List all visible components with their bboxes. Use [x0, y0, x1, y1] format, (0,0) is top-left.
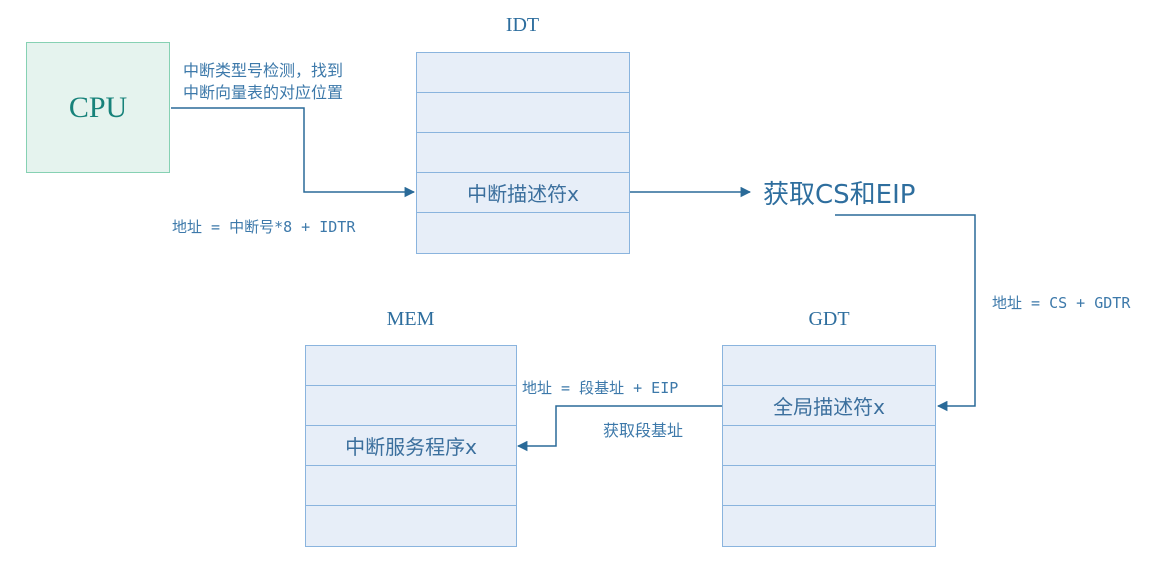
- gdt-row: [723, 506, 935, 546]
- cpu-label: CPU: [68, 90, 128, 124]
- idt-address-formula: 地址 = 中断号*8 + IDTR: [172, 218, 356, 236]
- mem-row-interrupt-service-routine: 中断服务程序x: [306, 426, 516, 466]
- gdt-row-label: 全局描述符x: [773, 395, 885, 419]
- mem-row: [306, 466, 516, 506]
- mem-row-label: 中断服务程序x: [345, 435, 477, 459]
- get-cs-eip-label: 获取CS和EIP: [763, 180, 916, 210]
- gdt-title: GDT: [808, 308, 850, 330]
- gdt-table: 全局描述符x: [722, 345, 936, 547]
- idt-row-interrupt-descriptor: 中断描述符x: [417, 173, 629, 213]
- cpu-to-idt-note-line2: 中断向量表的对应位置: [183, 83, 344, 102]
- gdt-row: [723, 466, 935, 506]
- cpu-to-idt-note-line1: 中断类型号检测，找到: [183, 61, 344, 80]
- idt-row: [417, 213, 629, 253]
- mem-table: 中断服务程序x: [305, 345, 517, 547]
- gdt-row-global-descriptor: 全局描述符x: [723, 386, 935, 426]
- idt-row: [417, 53, 629, 93]
- idt-row: [417, 133, 629, 173]
- mem-title: MEM: [386, 308, 435, 330]
- idt-title: IDT: [505, 14, 540, 36]
- mem-row: [306, 346, 516, 386]
- idt-row: [417, 93, 629, 133]
- cpu-to-idt-note: 中断类型号检测，找到 中断向量表的对应位置: [183, 60, 343, 104]
- idt-table: 中断描述符x: [416, 52, 630, 254]
- mem-row: [306, 506, 516, 546]
- get-segment-base-label: 获取段基址: [603, 421, 684, 440]
- idt-row-label: 中断描述符x: [467, 182, 579, 206]
- cpu-to-idt-connector: [171, 107, 416, 198]
- gdt-row: [723, 426, 935, 466]
- gdt-address-formula: 地址 = CS + GDTR: [992, 294, 1131, 312]
- mem-row: [306, 386, 516, 426]
- cpu-box: CPU: [26, 42, 170, 173]
- gdt-row: [723, 346, 935, 386]
- mem-address-formula: 地址 = 段基址 + EIP: [522, 379, 679, 397]
